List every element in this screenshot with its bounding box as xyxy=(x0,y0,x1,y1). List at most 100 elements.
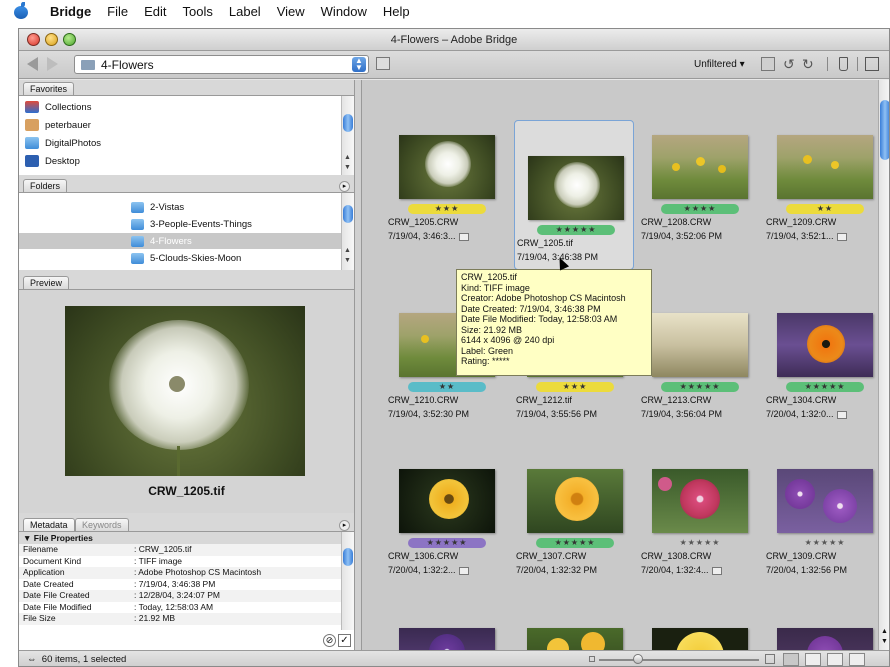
menu-view[interactable]: View xyxy=(277,4,305,19)
folder-item-selected[interactable]: 4-Flowers xyxy=(19,233,341,249)
tab-keywords[interactable]: Keywords xyxy=(75,518,129,531)
thumbnail-size-slider[interactable] xyxy=(599,659,759,661)
favorite-home[interactable]: peterbauer xyxy=(25,116,91,134)
rotate-left-icon[interactable]: ↺ xyxy=(783,57,797,71)
tooltip-line: 6144 x 4096 @ 240 dpi xyxy=(461,335,555,345)
path-stepper-icon[interactable]: ▲ ▼ xyxy=(352,57,366,72)
thumbnail-image[interactable] xyxy=(399,628,495,650)
rating-stars[interactable]: ★★ xyxy=(786,204,864,214)
menu-label[interactable]: Label xyxy=(229,4,261,19)
versions-view-button[interactable] xyxy=(849,653,865,666)
menu-file[interactable]: File xyxy=(107,4,128,19)
toolbar-divider xyxy=(857,57,858,71)
thumbnail-cell[interactable]: ★★★★★ CRW_1213.CRW 7/19/04, 3:56:04 PM xyxy=(639,278,759,428)
scroll-up-icon[interactable]: ▲ xyxy=(344,154,351,161)
go-up-folder-button[interactable] xyxy=(376,57,390,70)
thumbnail-cell[interactable]: ★★ CRW_1209.CRW 7/19/04, 3:52:1... xyxy=(764,100,878,250)
thumbnail-cell[interactable]: ★★★★ CRW_1208.CRW 7/19/04, 3:52:06 PM xyxy=(639,100,759,250)
rating-stars[interactable]: ★★★★ xyxy=(661,204,739,214)
cancel-edit-icon[interactable]: ⊘ xyxy=(323,634,336,647)
thumbnail-cell[interactable]: ★★★★★ CRW_1306.CRW 7/20/04, 1:32:2... xyxy=(386,434,506,584)
rating-stars[interactable]: ★★★ xyxy=(536,382,614,392)
panel-menu-icon[interactable]: ▸ xyxy=(339,520,350,531)
favorites-scrollbar[interactable]: ▲ ▼ xyxy=(341,96,354,175)
panel-menu-icon[interactable]: ▸ xyxy=(339,181,350,192)
close-window-button[interactable] xyxy=(27,33,40,46)
folder-icon xyxy=(81,59,95,70)
metadata-value: : 7/19/04, 3:46:38 PM xyxy=(134,578,216,589)
rating-stars[interactable]: ★★★★★ xyxy=(408,538,486,548)
scroll-thumb[interactable] xyxy=(343,114,353,132)
scroll-thumb[interactable] xyxy=(880,100,889,160)
folder-item[interactable]: 3-People-Events-Things xyxy=(19,216,341,232)
thumbnail-cell[interactable]: ★★★★★ CRW_1307.CRW 7/20/04, 1:32:32 PM xyxy=(514,434,634,584)
thumbnail-cell[interactable]: ★★★★★ CRW_1308.CRW 7/20/04, 1:32:4... xyxy=(639,434,759,584)
toggle-panels-icon[interactable]: ⇔ xyxy=(27,654,37,665)
slider-knob[interactable] xyxy=(633,654,643,664)
path-dropdown[interactable]: 4-Flowers ▲ ▼ xyxy=(74,55,369,74)
menu-tools[interactable]: Tools xyxy=(183,4,213,19)
tab-favorites[interactable]: Favorites xyxy=(23,82,75,95)
compact-mode-icon[interactable] xyxy=(865,57,879,71)
metadata-scrollbar[interactable] xyxy=(341,532,354,630)
rating-stars[interactable]: ★★★★★ xyxy=(661,538,739,548)
rating-stars[interactable]: ★★★★★ xyxy=(786,382,864,392)
tab-folders[interactable]: Folders xyxy=(23,179,68,192)
rating-stars[interactable]: ★★★★★ xyxy=(661,382,739,392)
tooltip-line: Kind: TIFF image xyxy=(461,282,530,293)
rating-stars[interactable]: ★★★ xyxy=(408,204,486,214)
scroll-down-icon[interactable]: ▼ xyxy=(881,638,888,645)
favorite-collections[interactable]: Collections xyxy=(25,98,91,116)
apple-menu-icon[interactable] xyxy=(14,2,28,19)
date-text: 7/19/04, 3:52:1... xyxy=(766,231,834,241)
thumbnails-view-button[interactable] xyxy=(783,653,799,666)
scroll-thumb[interactable] xyxy=(343,205,353,223)
scroll-thumb[interactable] xyxy=(343,548,353,566)
filmstrip-view-button[interactable] xyxy=(805,653,821,666)
menu-window[interactable]: Window xyxy=(321,4,367,19)
large-thumb-icon[interactable] xyxy=(765,654,775,664)
thumbnail-image xyxy=(777,313,873,377)
scroll-down-icon[interactable]: ▼ xyxy=(344,164,351,171)
thumbnail-image[interactable] xyxy=(527,628,623,650)
menu-edit[interactable]: Edit xyxy=(144,4,166,19)
folders-scrollbar[interactable]: ▲ ▼ xyxy=(341,193,354,270)
folder-item[interactable]: 5-Clouds-Skies-Moon xyxy=(19,250,341,266)
thumbnail-cell[interactable]: ★★★★★ CRW_1304.CRW 7/20/04, 1:32:0... xyxy=(764,278,878,428)
rating-stars[interactable]: ★★★★★ xyxy=(786,538,864,548)
content-scrollbar[interactable]: ▲ ▼ xyxy=(878,80,889,650)
scroll-down-icon[interactable]: ▼ xyxy=(344,257,351,264)
metadata-section-header[interactable]: ▼ File Properties xyxy=(19,532,341,544)
small-thumb-icon[interactable] xyxy=(589,656,595,662)
thumbnail-image[interactable] xyxy=(777,628,873,650)
rating-stars[interactable]: ★★★★★ xyxy=(536,538,614,548)
apply-edit-icon[interactable]: ✓ xyxy=(338,634,351,647)
thumbnail-image[interactable] xyxy=(652,628,748,650)
rotate-right-icon[interactable]: ↻ xyxy=(802,57,816,71)
new-folder-icon[interactable] xyxy=(761,57,775,71)
details-view-button[interactable] xyxy=(827,653,843,666)
menu-help[interactable]: Help xyxy=(383,4,410,19)
metadata-value: : 12/28/04, 3:24:07 PM xyxy=(134,590,221,600)
favorite-digitalphotos[interactable]: DigitalPhotos xyxy=(25,134,101,152)
tab-metadata[interactable]: Metadata xyxy=(23,518,75,531)
forward-button[interactable] xyxy=(47,56,63,72)
favorite-desktop[interactable]: Desktop xyxy=(25,152,80,170)
minimize-window-button[interactable] xyxy=(45,33,58,46)
filter-dropdown[interactable]: Unfiltered ▾ xyxy=(694,59,745,70)
zoom-window-button[interactable] xyxy=(63,33,76,46)
folder-item[interactable]: 2-Vistas xyxy=(19,199,341,215)
tab-preview[interactable]: Preview xyxy=(23,276,70,289)
back-button[interactable] xyxy=(27,56,43,72)
thumbnail-cell-selected[interactable]: ★★★★★ CRW_1205.tif 7/19/04, 3:46:38 PM xyxy=(514,120,634,270)
menu-app[interactable]: Bridge xyxy=(50,4,91,19)
thumbnail-cell[interactable]: ★★★ CRW_1205.CRW 7/19/04, 3:46:3... xyxy=(386,100,506,250)
title-bar[interactable]: 4-Flowers – Adobe Bridge xyxy=(19,29,889,51)
rating-stars[interactable]: ★★ xyxy=(408,382,486,392)
trash-icon[interactable] xyxy=(839,57,848,71)
scroll-up-icon[interactable]: ▲ xyxy=(881,628,888,635)
thumbnail-cell[interactable]: ★★★★★ CRW_1309.CRW 7/20/04, 1:32:56 PM xyxy=(764,434,878,584)
scroll-up-icon[interactable]: ▲ xyxy=(344,247,351,254)
rating-stars[interactable]: ★★★★★ xyxy=(537,225,615,235)
panel-splitter[interactable] xyxy=(354,80,362,650)
